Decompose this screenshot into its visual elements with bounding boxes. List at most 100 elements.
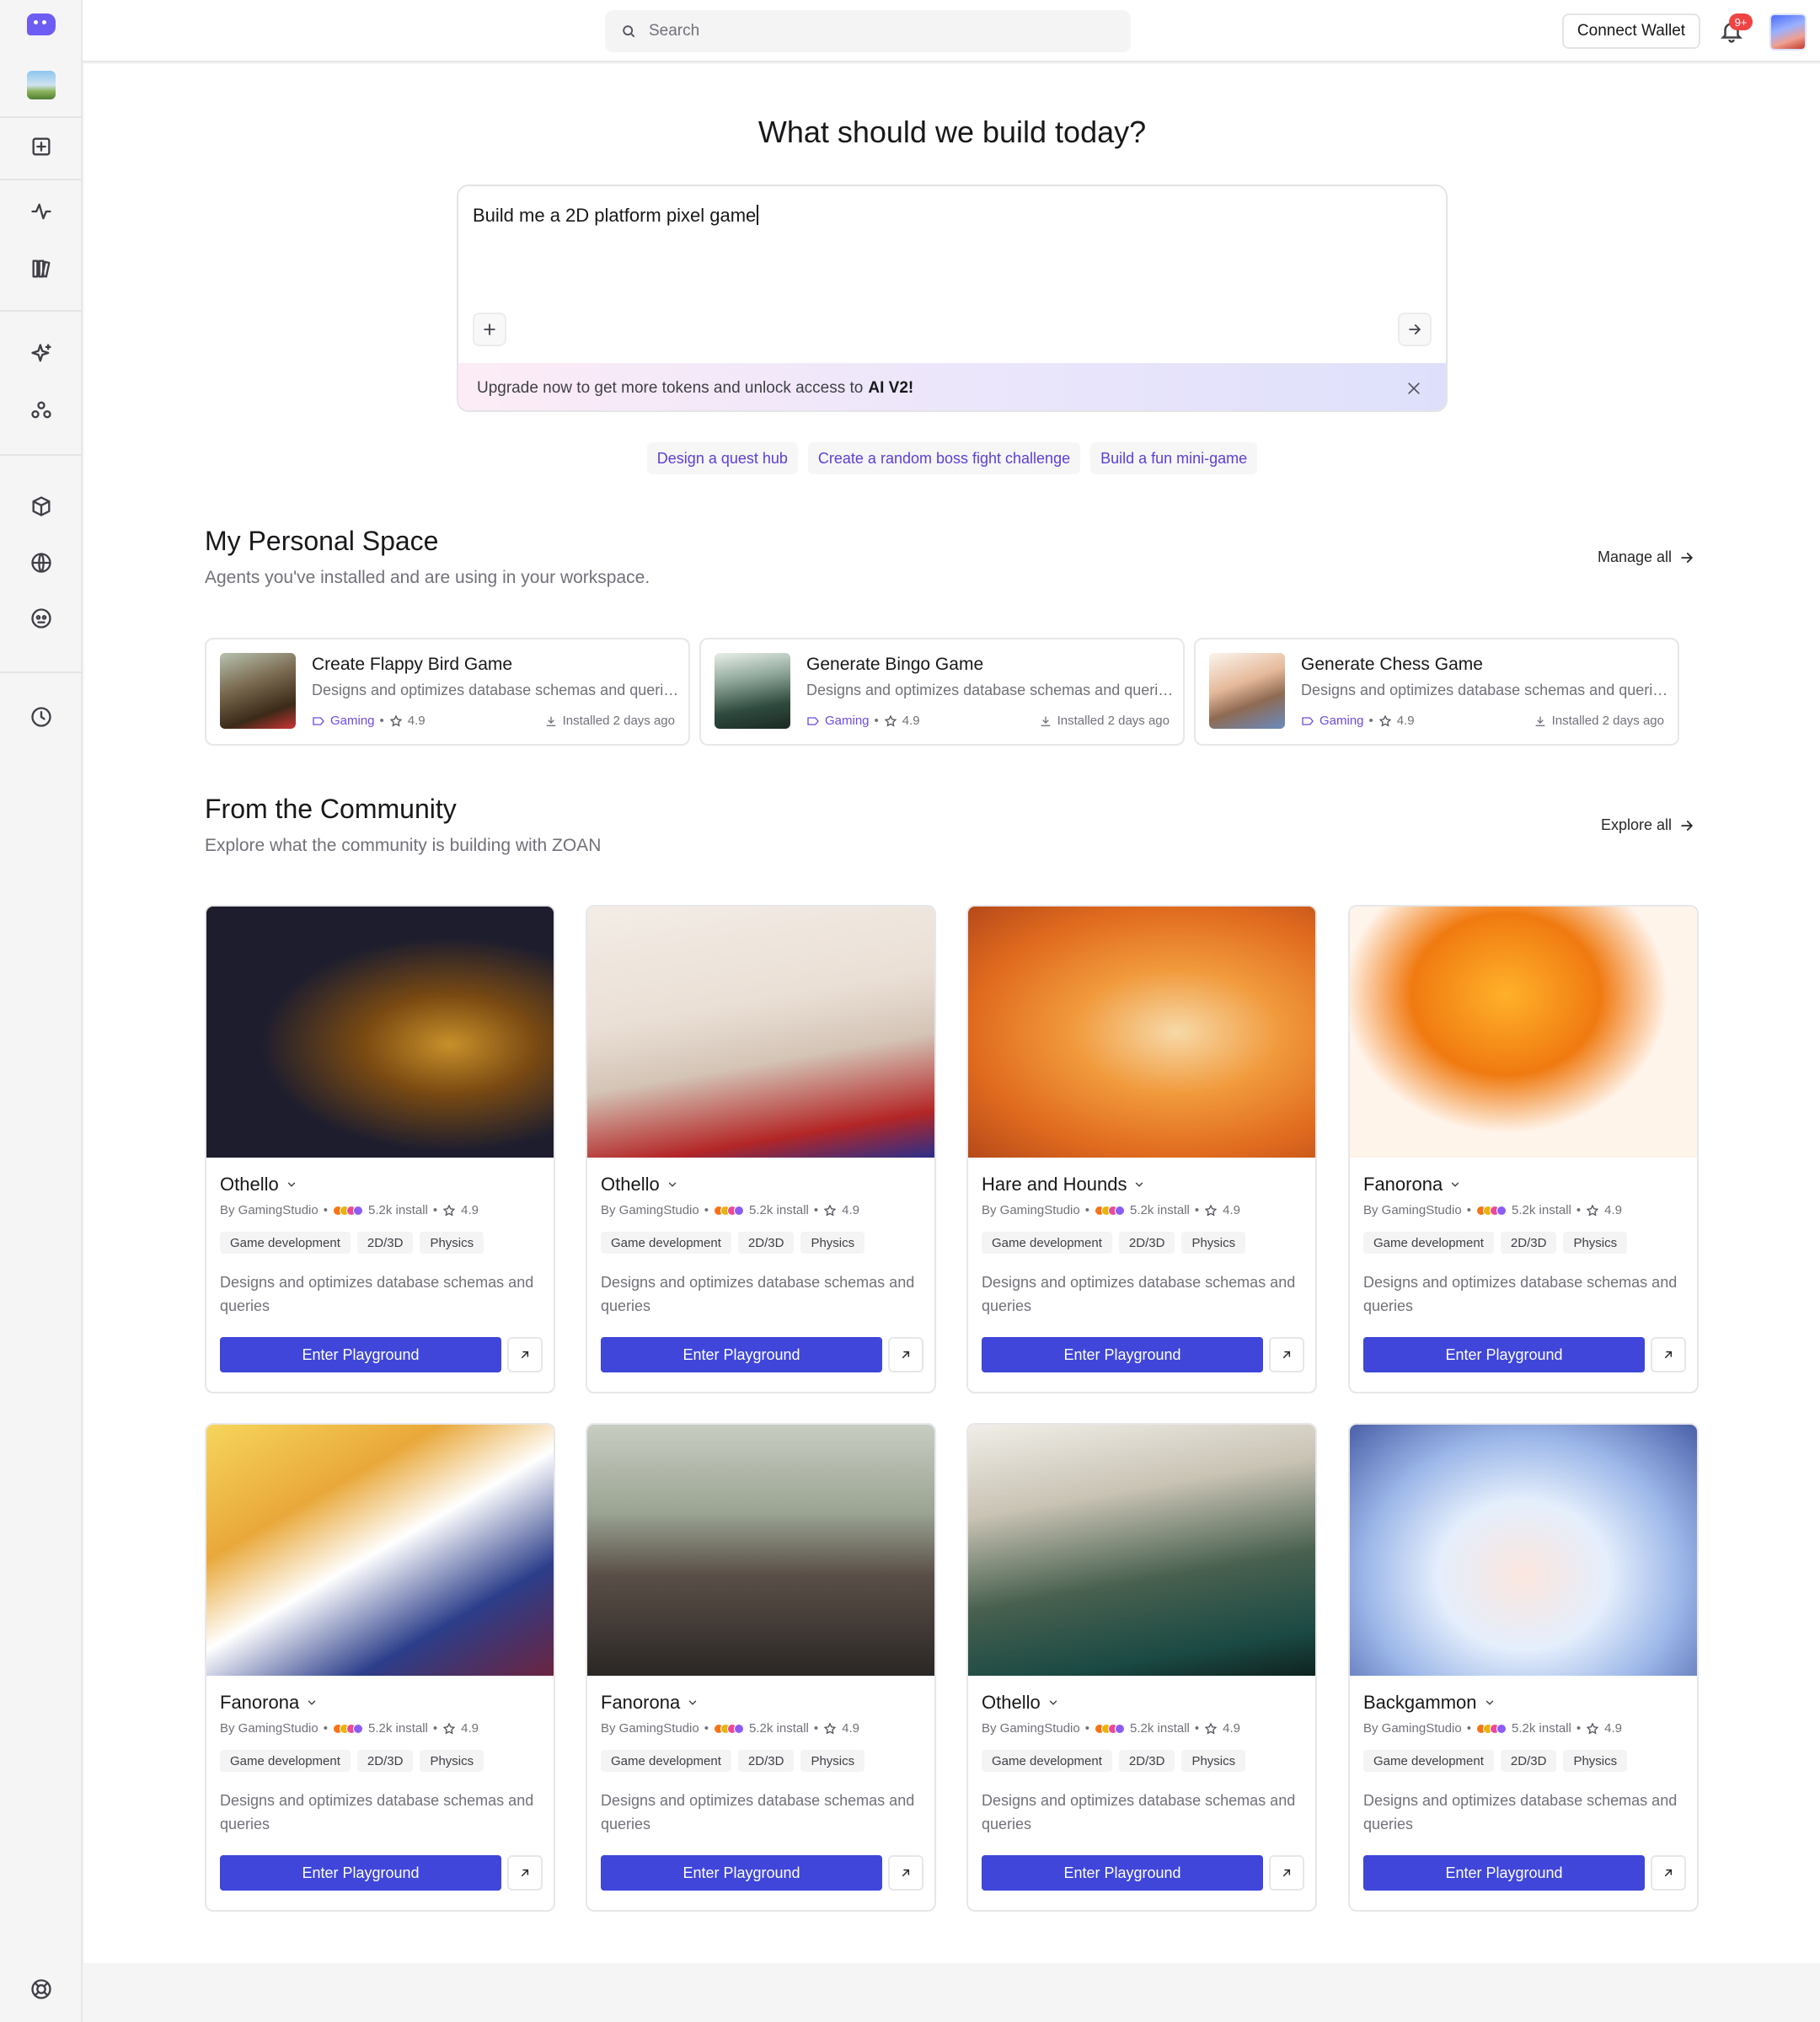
game-title-dropdown[interactable]: Fanorona xyxy=(1363,1174,1461,1196)
footer-strip xyxy=(84,1963,1820,2022)
suggestion-chip[interactable]: Design a quest hub xyxy=(646,442,798,474)
tag: Physics xyxy=(1563,1750,1628,1772)
prompt-input[interactable]: Build me a 2D platform pixel game xyxy=(473,205,758,227)
tag: Game development xyxy=(220,1232,351,1254)
installed-info: Installed 2 days ago xyxy=(544,714,675,728)
game-title-dropdown[interactable]: Othello xyxy=(601,1174,678,1196)
open-external-button[interactable] xyxy=(1651,1855,1686,1891)
game-meta: By GamingStudio • 5.2k install • 4.9 xyxy=(1363,1721,1622,1736)
game-cover-image[interactable] xyxy=(1350,907,1697,1158)
game-title-dropdown[interactable]: Fanorona xyxy=(220,1692,318,1714)
community-icon[interactable] xyxy=(25,394,57,426)
author-name: By GamingStudio xyxy=(220,1203,318,1217)
help-icon[interactable] xyxy=(25,1973,57,2005)
tag: 2D/3D xyxy=(1118,1750,1175,1772)
enter-playground-button[interactable]: Enter Playground xyxy=(220,1337,501,1372)
game-title-dropdown[interactable]: Hare and Hounds xyxy=(982,1174,1145,1196)
attach-button[interactable] xyxy=(473,313,506,346)
rating-value: 4.9 xyxy=(1223,1721,1240,1736)
game-description: Designs and optimizes database schemas a… xyxy=(601,1274,915,1314)
category-badge: Gaming xyxy=(1301,714,1364,728)
tag-list: Game development 2D/3D Physics xyxy=(220,1232,484,1254)
enter-playground-button[interactable]: Enter Playground xyxy=(601,1337,882,1372)
installer-avatars xyxy=(1476,1723,1507,1734)
tag-icon xyxy=(313,716,324,725)
installed-text: Installed 2 days ago xyxy=(1551,714,1664,728)
open-external-button[interactable] xyxy=(888,1337,923,1372)
search-bar[interactable] xyxy=(605,10,1131,52)
close-icon[interactable] xyxy=(1405,380,1424,399)
personal-agent-card[interactable]: Create Flappy Bird Game Designs and optim… xyxy=(205,638,690,746)
manage-all-link[interactable]: Manage all xyxy=(1598,548,1695,566)
tag: Physics xyxy=(800,1750,865,1772)
send-button[interactable] xyxy=(1398,313,1432,346)
library-icon[interactable] xyxy=(25,253,57,285)
globe-icon[interactable] xyxy=(25,547,57,579)
category-badge: Gaming xyxy=(312,714,375,728)
suggestion-chip[interactable]: Build a fun mini-game xyxy=(1090,442,1258,474)
arrow-up-right-icon xyxy=(902,1869,910,1877)
app-logo[interactable] xyxy=(27,13,56,35)
community-title: From the Community xyxy=(205,794,457,824)
installed-text: Installed 2 days ago xyxy=(1057,714,1170,728)
sidebar-divider xyxy=(0,671,83,673)
game-title-dropdown[interactable]: Backgammon xyxy=(1363,1692,1496,1714)
open-external-button[interactable] xyxy=(1269,1855,1304,1891)
enter-playground-button[interactable]: Enter Playground xyxy=(1363,1855,1645,1891)
game-cover-image[interactable] xyxy=(587,1425,934,1676)
enter-playground-button[interactable]: Enter Playground xyxy=(601,1855,882,1891)
open-external-button[interactable] xyxy=(507,1855,543,1891)
community-card: Othello By GamingStudio • 5.2k install • 4.9 G… xyxy=(966,1423,1317,1912)
star-icon xyxy=(1586,1721,1599,1734)
new-project-icon[interactable] xyxy=(25,131,57,163)
tag: Physics xyxy=(420,1750,484,1772)
community-card: Fanorona By GamingStudio • 5.2k install • 4.9… xyxy=(205,1423,555,1912)
open-external-button[interactable] xyxy=(1269,1337,1304,1372)
personal-agent-card[interactable]: Generate Chess Game Designs and optimizes… xyxy=(1194,638,1679,746)
suggestion-chip[interactable]: Create a random boss fight challenge xyxy=(807,442,1081,474)
game-title-dropdown[interactable]: Othello xyxy=(982,1692,1059,1714)
open-external-button[interactable] xyxy=(507,1337,543,1372)
tag: Physics xyxy=(1181,1232,1246,1254)
agent-icon[interactable] xyxy=(25,602,57,634)
agent-thumbnail xyxy=(715,653,790,729)
recent-project-thumbnail[interactable] xyxy=(27,71,56,99)
connect-wallet-button[interactable]: Connect Wallet xyxy=(1562,13,1700,49)
game-cover-image[interactable] xyxy=(968,1425,1315,1676)
ai-sparkle-icon[interactable] xyxy=(25,338,57,370)
enter-playground-button[interactable]: Enter Playground xyxy=(220,1855,501,1891)
cube-icon[interactable] xyxy=(25,490,57,522)
arrow-up-right-icon xyxy=(902,1351,910,1359)
star-icon xyxy=(823,1721,837,1734)
open-external-button[interactable] xyxy=(1651,1337,1686,1372)
enter-playground-button[interactable]: Enter Playground xyxy=(1363,1337,1645,1372)
separator-dot: • xyxy=(704,1203,709,1217)
game-title-dropdown[interactable]: Fanorona xyxy=(601,1692,699,1714)
tag: 2D/3D xyxy=(1118,1232,1175,1254)
game-meta: By GamingStudio • 5.2k install • 4.9 xyxy=(220,1721,479,1736)
game-cover-image[interactable] xyxy=(587,907,934,1158)
enter-playground-button[interactable]: Enter Playground xyxy=(982,1337,1263,1372)
game-cover-image[interactable] xyxy=(1350,1425,1697,1676)
community-card: Backgammon By GamingStudio • 5.2k install • 4… xyxy=(1348,1423,1699,1912)
author-name: By GamingStudio xyxy=(601,1721,699,1736)
tag: Physics xyxy=(1563,1232,1628,1254)
installer-avatars xyxy=(1095,1723,1125,1734)
enter-playground-button[interactable]: Enter Playground xyxy=(982,1855,1263,1891)
agent-title: Generate Bingo Game xyxy=(806,655,984,674)
game-cover-image[interactable] xyxy=(968,907,1315,1158)
user-avatar[interactable] xyxy=(1769,13,1807,51)
search-input[interactable] xyxy=(649,22,1087,40)
history-icon[interactable] xyxy=(25,701,57,733)
tag: Physics xyxy=(800,1232,865,1254)
game-cover-image[interactable] xyxy=(206,907,554,1158)
game-title-dropdown[interactable]: Othello xyxy=(220,1174,297,1196)
game-cover-image[interactable] xyxy=(206,1425,554,1676)
activity-icon[interactable] xyxy=(25,195,57,227)
tag: Game development xyxy=(601,1750,731,1772)
page-title: What should we build today? xyxy=(757,115,1147,149)
explore-all-link[interactable]: Explore all xyxy=(1601,816,1695,834)
personal-agent-card[interactable]: Generate Bingo Game Designs and optimizes… xyxy=(699,638,1185,746)
installed-info: Installed 2 days ago xyxy=(1534,714,1664,728)
open-external-button[interactable] xyxy=(888,1855,923,1891)
